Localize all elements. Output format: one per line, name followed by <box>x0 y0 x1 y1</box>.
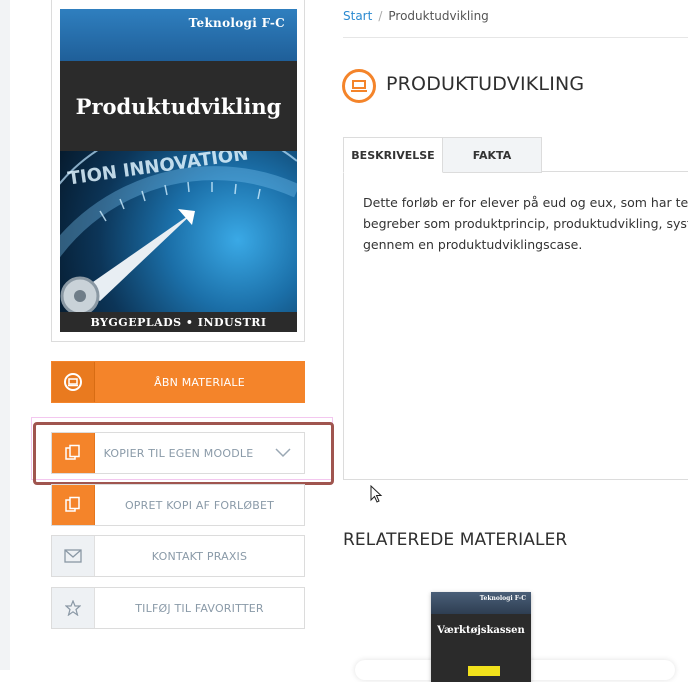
cover-title-band: Produktudvikling <box>60 61 297 151</box>
related-item-top-band: Teknologi F-C <box>431 592 531 614</box>
cover-series: Teknologi F-C <box>188 16 285 30</box>
cover-footer: BYGGEPLADS • INDUSTRI <box>90 315 267 329</box>
tab-facts[interactable]: FAKTA <box>443 137 542 173</box>
open-material-label: ÅBN MATERIALE <box>154 375 245 389</box>
create-copy-button[interactable]: OPRET KOPI AF FORLØBET <box>51 484 305 526</box>
cover-title: Produktudvikling <box>75 93 282 119</box>
cover-top-band: Teknologi F-C <box>60 9 297 61</box>
description-text: Dette forløb er for elever på eud og eux… <box>363 192 688 255</box>
copy-icon <box>52 485 95 525</box>
description-line: begreber som produktprincip, produktudvi… <box>363 216 688 231</box>
related-item-card[interactable]: Teknologi F-C Værktøjskassen <box>431 592 531 682</box>
breadcrumb-home-link[interactable]: Start <box>343 9 372 23</box>
related-item-title: Værktøjskassen <box>437 625 525 636</box>
envelope-icon <box>52 536 95 576</box>
contact-praxis-label: KONTAKT PRAXIS <box>151 549 248 563</box>
create-copy-label: OPRET KOPI AF FORLØBET <box>124 498 275 512</box>
page-title: PRODUKTUDVIKLING <box>386 73 585 95</box>
tab-description[interactable]: BESKRIVELSE <box>343 137 443 173</box>
left-gutter <box>0 0 10 670</box>
mouse-cursor-icon <box>370 485 383 503</box>
breadcrumb-current: Produktudvikling <box>388 9 489 23</box>
cover-image: Teknologi F-C Produktudvikling TION INNO… <box>60 9 297 332</box>
open-material-icon <box>52 362 95 402</box>
compass-illustration: TION INNOVATION <box>60 121 297 316</box>
cover-bottom-band: BYGGEPLADS • INDUSTRI <box>60 312 297 332</box>
cover-compass-art: TION INNOVATION <box>60 121 297 316</box>
related-item-series: Teknologi F-C <box>479 595 526 602</box>
breadcrumb-separator: / <box>378 9 383 23</box>
add-favorite-button[interactable]: TILFØJ TIL FAVORITTER <box>51 587 305 629</box>
description-line: gennem en produktudviklingscase. <box>363 237 583 252</box>
star-icon <box>52 588 95 628</box>
breadcrumb: Start / Produktudvikling <box>343 9 489 23</box>
related-section-title: RELATEREDE MATERIALER <box>343 530 568 550</box>
contact-praxis-button[interactable]: KONTAKT PRAXIS <box>51 535 305 577</box>
highlight-box <box>33 422 334 485</box>
description-line: Dette forløb er for elever på eud og eux… <box>363 195 688 210</box>
header-divider <box>343 37 688 38</box>
add-favorite-label: TILFØJ TIL FAVORITTER <box>135 601 264 615</box>
open-material-button[interactable]: ÅBN MATERIALE <box>51 361 305 403</box>
cover-card: Teknologi F-C Produktudvikling TION INNO… <box>51 0 305 342</box>
related-item-graphic <box>468 666 500 676</box>
course-type-icon <box>342 69 376 103</box>
